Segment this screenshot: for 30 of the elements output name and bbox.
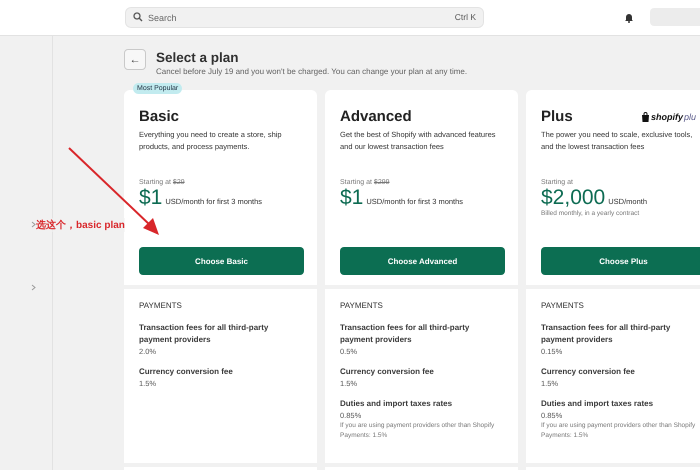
fee-label: Currency conversion fee — [541, 366, 636, 378]
fee-label: Currency conversion fee — [340, 366, 435, 378]
plan-name: Plus — [541, 108, 573, 125]
plan-name: Basic — [139, 108, 180, 125]
section-heading: PAYMENTS — [541, 301, 585, 310]
plan-name: Advanced — [340, 108, 412, 125]
back-button[interactable]: ← — [124, 49, 146, 70]
shortcut-hint: Ctrl K — [454, 12, 476, 22]
plan-price: $2,000 — [541, 186, 606, 210]
bell-icon[interactable] — [624, 12, 634, 23]
fee-label: Duties and import taxes rates — [541, 398, 654, 410]
page-subtitle: Cancel before July 19 and you won't be charged. You can change your plan at any time. — [156, 67, 468, 76]
choose-plan-button[interactable]: Choose Advanced — [340, 247, 505, 275]
fee-label: Transaction fees for all third-party payment providers — [541, 322, 672, 346]
fee-label: Transaction fees for all third-party payment providers — [340, 322, 470, 346]
brand-logo: shopifyplu — [640, 112, 696, 122]
page-title: Select a plan — [156, 50, 240, 65]
fee-label: Duties and import taxes rates — [340, 398, 454, 410]
search-icon — [133, 12, 143, 22]
fee-label: Currency conversion fee — [139, 366, 234, 378]
chevron-icon[interactable] — [31, 284, 36, 291]
chevron-icon[interactable] — [31, 221, 36, 228]
section-heading: PAYMENTS — [340, 301, 384, 310]
plan-price: $1 — [139, 186, 162, 210]
fee-label: Transaction fees for all third-party payment providers — [139, 322, 270, 346]
choose-plan-button[interactable]: Choose Plus — [541, 247, 700, 275]
section-heading: PAYMENTS — [139, 301, 183, 310]
annotation-text: 选这个，basic plan — [36, 218, 125, 232]
plan-price: $1 — [340, 186, 364, 210]
choose-plan-button[interactable]: Choose Basic — [139, 247, 304, 275]
